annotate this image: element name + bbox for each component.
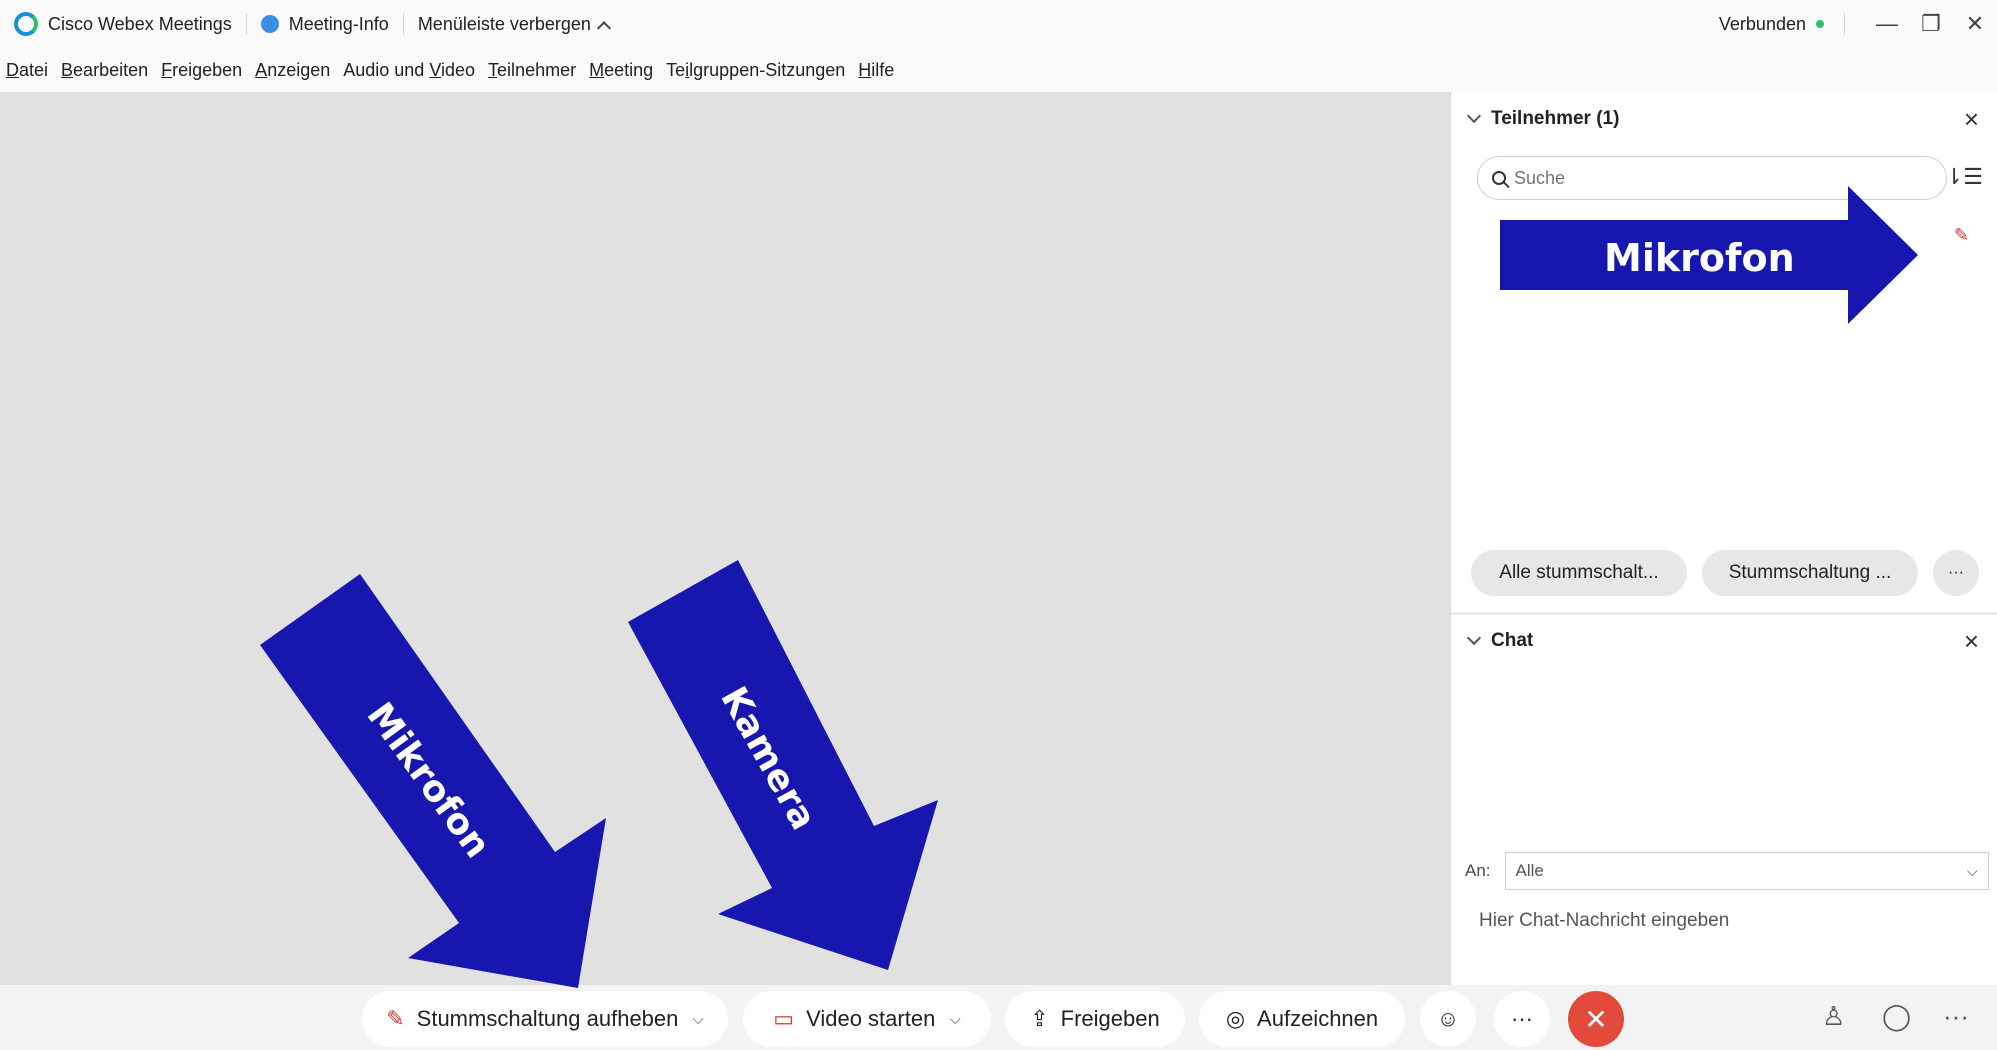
annotation-layer — [260, 186, 1918, 988]
annotation-mic-panel: Mikrofon — [1604, 236, 1795, 280]
